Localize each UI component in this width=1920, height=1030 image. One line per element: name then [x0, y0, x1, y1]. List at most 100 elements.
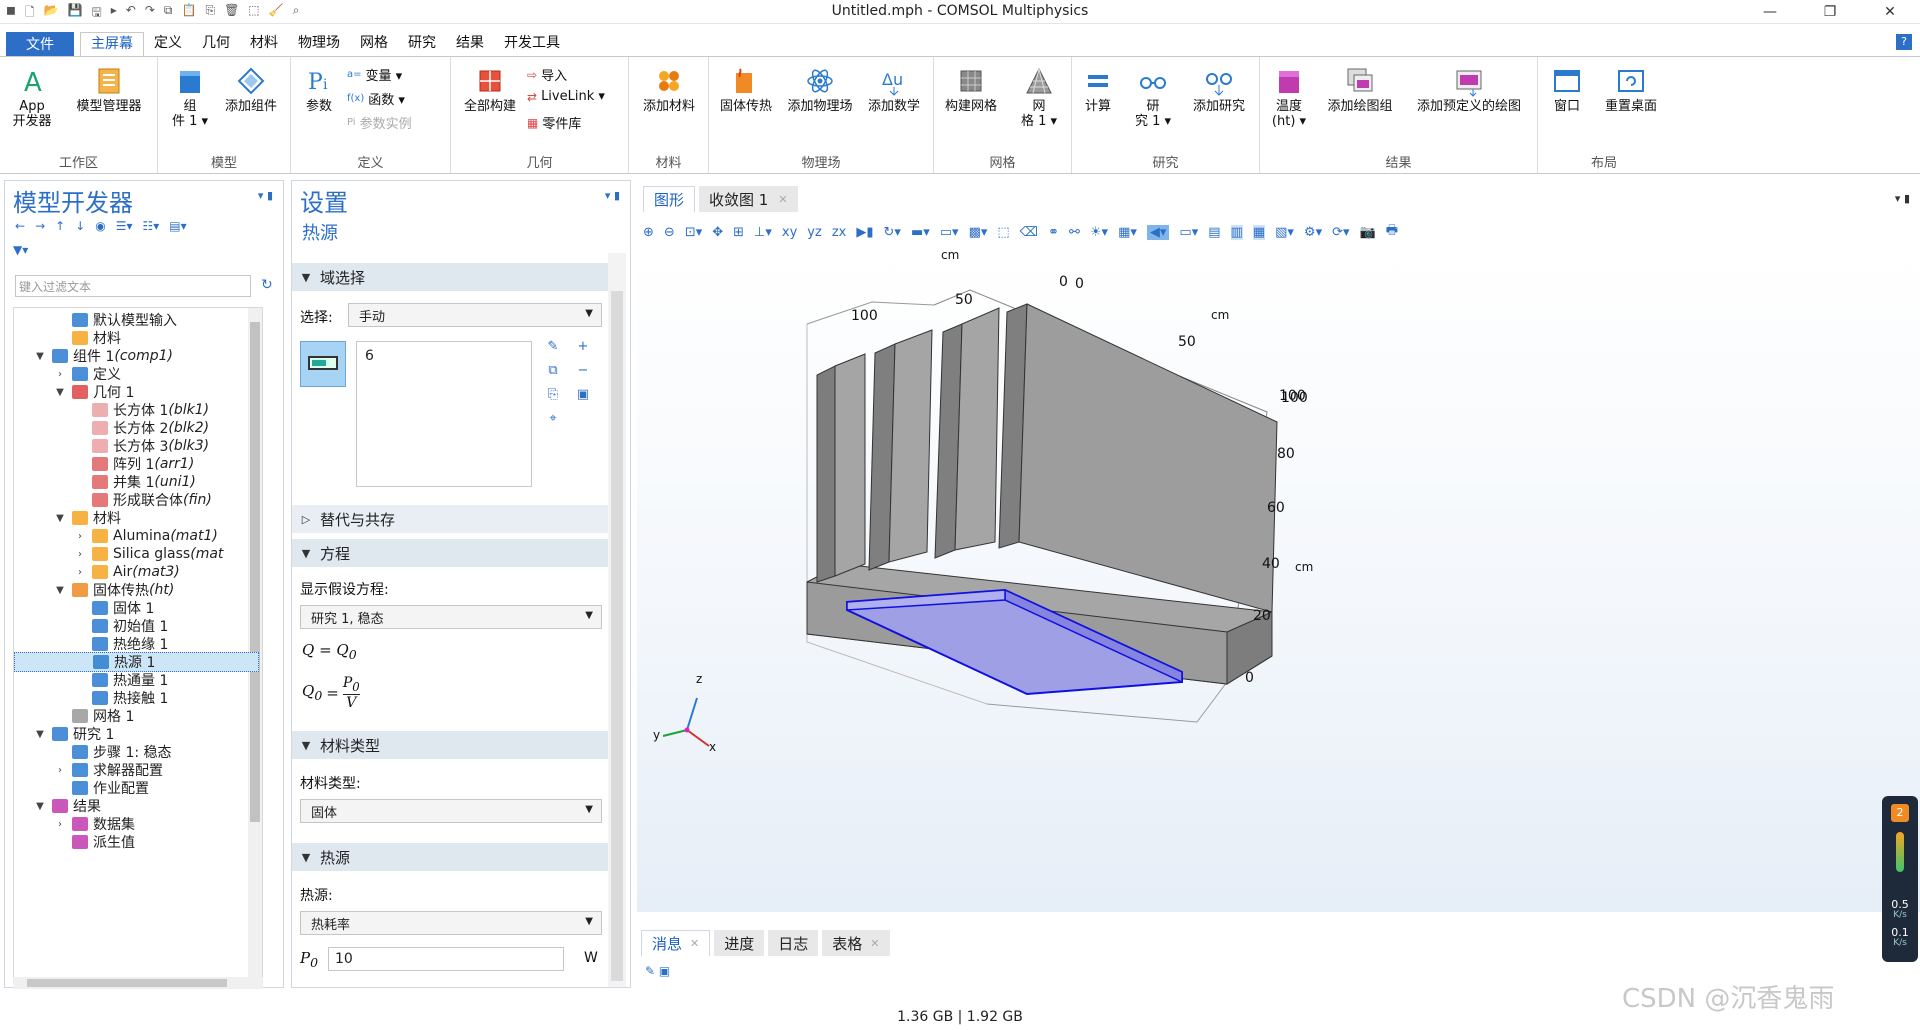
view-xy-icon[interactable]: xy: [782, 225, 797, 240]
clear-messages-icon[interactable]: ✎ ▣: [645, 964, 670, 978]
zoom-in-icon[interactable]: ⊕: [643, 225, 654, 240]
copy-selection-icon[interactable]: ⧉: [544, 363, 562, 381]
tab-table[interactable]: 表格 ✕: [822, 930, 890, 956]
settings-scrollbar-thumb[interactable]: [611, 291, 623, 981]
open-icon[interactable]: 📂: [44, 3, 59, 24]
grid-icon[interactable]: ▤: [1208, 225, 1220, 240]
tab-log[interactable]: 日志: [768, 930, 819, 956]
tab-study[interactable]: 研究: [398, 32, 446, 56]
tree-item[interactable]: 热通量 1: [14, 670, 259, 690]
add-plot-group-button[interactable]: 添加绘图组: [1320, 65, 1400, 114]
tree-item[interactable]: 长方体 3 (blk3): [14, 436, 259, 456]
restore-button[interactable]: ❐: [1800, 0, 1860, 24]
undo-icon[interactable]: ↶: [126, 3, 136, 24]
component-button[interactable]: 组件 1 ▾: [170, 65, 210, 129]
tree-item[interactable]: 默认模型输入: [14, 310, 259, 330]
active-selection-toggle[interactable]: [300, 341, 346, 387]
solid-heat-transfer-button[interactable]: 固体传热: [713, 65, 779, 114]
tree-horizontal-scrollbar[interactable]: [13, 977, 263, 989]
tab-mesh[interactable]: 网格: [350, 32, 398, 56]
model-manager-button[interactable]: 模型管理器: [66, 65, 152, 114]
chevron-right-icon[interactable]: ›: [74, 567, 86, 578]
scene-light-icon[interactable]: ☀▾: [1090, 225, 1108, 240]
clear-selection-icon[interactable]: ⌫: [1020, 225, 1038, 240]
functions-button[interactable]: f(x) 函数 ▾: [347, 89, 405, 108]
delete-icon[interactable]: 🗑: [224, 3, 239, 24]
tree-item[interactable]: › 定义: [14, 364, 259, 384]
tab-progress[interactable]: 进度: [714, 930, 765, 956]
tree-item[interactable]: 步骤 1: 稳态: [14, 742, 259, 762]
axis-icon[interactable]: ▥: [1230, 224, 1243, 240]
print-icon[interactable]: 🖶: [1386, 221, 1398, 243]
transparency-icon[interactable]: ◀▾: [1146, 224, 1170, 240]
forward-icon[interactable]: →: [35, 219, 45, 233]
tree-item[interactable]: 网格 1: [14, 706, 259, 726]
refresh-icon[interactable]: ↻: [261, 277, 273, 293]
wireframe-icon[interactable]: ▦▾: [1118, 225, 1137, 240]
run-icon[interactable]: ▸: [111, 3, 117, 24]
tree-hscroll-thumb[interactable]: [27, 979, 227, 987]
zoom-selected-icon[interactable]: ⊞: [733, 225, 744, 240]
clear-selection-icon[interactable]: ⎘: [544, 387, 562, 405]
tab-materials[interactable]: 材料: [240, 32, 288, 56]
zoom-to-selection-icon[interactable]: ⌖: [544, 411, 562, 429]
graphics-canvas[interactable]: cm 0 50 100 0 50 100 cm 0 20 40 cm 60 80…: [637, 248, 1920, 912]
settings-scrollbar[interactable]: [608, 253, 626, 987]
view-direction-icon[interactable]: ⊥▾: [754, 225, 772, 240]
equation-section[interactable]: ▼ 方程: [292, 539, 608, 567]
tree-item[interactable]: 作业配置: [14, 778, 259, 798]
parameters-button[interactable]: Pi 参数: [299, 65, 339, 114]
tree-item[interactable]: 初始值 1: [14, 616, 259, 636]
move-up-icon[interactable]: ↑: [55, 219, 65, 233]
parts-library-button[interactable]: ▦ 零件库: [527, 113, 581, 133]
view-zx-icon[interactable]: zx: [832, 225, 847, 240]
tree-item[interactable]: ▼ 组件 1 (comp1): [14, 346, 259, 366]
tab-graphics[interactable]: 图形: [643, 186, 696, 212]
add-material-button[interactable]: 添加材料: [635, 65, 703, 114]
tree-item[interactable]: 阵列 1 (arr1): [14, 454, 259, 474]
tree-item[interactable]: ▼ 材料: [14, 508, 259, 528]
tree-item[interactable]: 派生值: [14, 832, 259, 852]
import-button[interactable]: ⇨ 导入: [527, 65, 567, 85]
go-to-default-view-icon[interactable]: ▶▮: [856, 225, 873, 240]
chevron-down-icon[interactable]: ▼: [34, 801, 46, 812]
camera-settings-icon[interactable]: ⚙▾: [1304, 225, 1322, 240]
mesh-1-button[interactable]: 网格 1 ▾: [1014, 65, 1064, 129]
material-type-section[interactable]: ▼ 材料类型: [292, 731, 608, 759]
chevron-right-icon[interactable]: ›: [54, 765, 66, 776]
tree-item[interactable]: 长方体 2 (blk2): [14, 418, 259, 438]
close-tab-icon[interactable]: ✕: [870, 937, 879, 950]
remove-from-selection-icon[interactable]: −: [574, 363, 592, 381]
tab-messages[interactable]: 消息 ✕: [641, 930, 711, 956]
zoom-extents-icon[interactable]: ✥: [712, 225, 723, 240]
tree-item[interactable]: 并集 1 (uni1): [14, 472, 259, 492]
tree-item[interactable]: › Alumina (mat1): [14, 526, 259, 546]
close-tab-icon[interactable]: ✕: [690, 937, 699, 950]
minimize-button[interactable]: —: [1740, 0, 1800, 24]
render-icon[interactable]: ▭▾: [1179, 225, 1198, 240]
save-as-icon[interactable]: 🖫: [92, 3, 102, 24]
add-predefined-plot-button[interactable]: 添加预定义的绘图: [1406, 65, 1532, 114]
window-button[interactable]: 窗口: [1544, 65, 1590, 114]
select-domains-icon[interactable]: ▭▾: [940, 225, 959, 240]
expand-icon[interactable]: ☰▾: [116, 219, 133, 233]
chevron-down-icon[interactable]: ▼: [54, 585, 66, 596]
duplicate-icon[interactable]: ⎘: [205, 3, 215, 24]
add-to-selection-icon[interactable]: +: [574, 339, 592, 357]
add-study-button[interactable]: 添加研究: [1184, 65, 1254, 114]
heat-source-combo[interactable]: 热耗率 ▼: [300, 911, 602, 935]
view-yz-icon[interactable]: yz: [807, 225, 822, 240]
collapse-icon[interactable]: ☷▾: [143, 219, 160, 233]
select-objects-icon[interactable]: ▬▾: [911, 225, 930, 240]
show-all-icon[interactable]: ⚯: [1069, 225, 1080, 240]
domain-selection-section[interactable]: ▼ 域选择: [292, 263, 608, 291]
find-icon[interactable]: ⌕: [293, 3, 300, 24]
paste-icon[interactable]: 📋: [182, 3, 197, 24]
select-icon[interactable]: ⬚: [248, 3, 259, 24]
new-icon[interactable]: 🗋: [25, 3, 35, 24]
tab-home[interactable]: 主屏幕: [80, 32, 144, 56]
panel-menu-icon[interactable]: ▾ ▮: [258, 189, 273, 202]
tree-item[interactable]: ▼ 研究 1: [14, 724, 259, 744]
p0-input[interactable]: 10: [328, 947, 564, 971]
chevron-right-icon[interactable]: ›: [74, 549, 86, 560]
